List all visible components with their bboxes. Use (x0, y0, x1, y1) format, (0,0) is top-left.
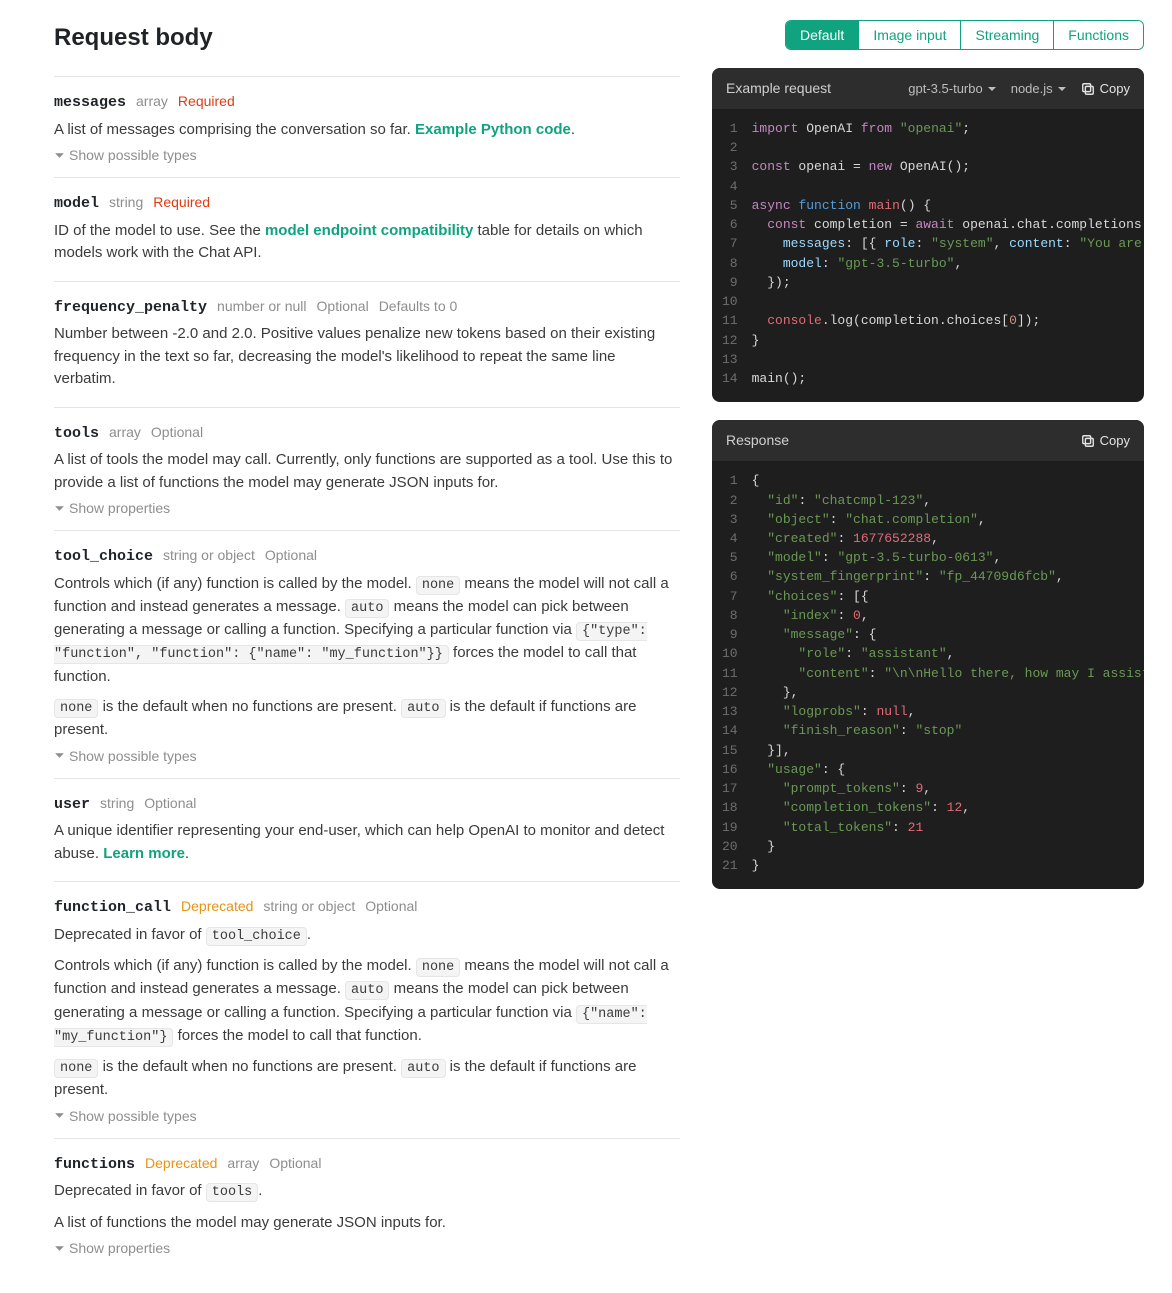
optional-tag: Optional (151, 422, 203, 443)
panel-title: Response (726, 430, 1081, 451)
tab-bar: Default Image input Streaming Functions (785, 20, 1144, 50)
param-functions: functions Deprecated array Optional Depr… (54, 1138, 680, 1270)
show-possible-types-toggle[interactable]: Show possible types (54, 1108, 197, 1124)
tab-default[interactable]: Default (786, 21, 858, 49)
show-properties-toggle[interactable]: Show properties (54, 1240, 170, 1256)
code-none: none (54, 1059, 98, 1078)
param-tool-choice: tool_choice string or object Optional Co… (54, 530, 680, 778)
copy-button[interactable]: Copy (1081, 431, 1130, 451)
code-body: import OpenAI from "openai"; const opena… (752, 119, 1144, 388)
response-panel: Response Copy 12345678910111213141516171… (712, 420, 1144, 889)
model-select[interactable]: gpt-3.5-turbo (908, 79, 996, 99)
param-type: string (109, 192, 143, 213)
param-name: messages (54, 92, 126, 115)
param-type: array (227, 1153, 259, 1174)
copy-icon (1081, 434, 1095, 448)
code-none: none (54, 699, 98, 718)
required-tag: Required (178, 91, 235, 112)
code-tools: tools (206, 1183, 259, 1202)
line-gutter: 123456789101112131415161718192021 (712, 471, 752, 875)
param-name: tool_choice (54, 546, 153, 569)
param-name: function_call (54, 897, 171, 920)
chevron-down-icon (54, 150, 65, 161)
param-name: model (54, 193, 99, 216)
param-type: number or null (217, 296, 307, 317)
lang-select[interactable]: node.js (1011, 79, 1067, 99)
required-tag: Required (153, 192, 210, 213)
param-desc: A list of functions the model may genera… (54, 1212, 680, 1235)
param-messages: messages array Required A list of messag… (54, 76, 680, 177)
tab-functions[interactable]: Functions (1053, 21, 1143, 49)
page-title: Request body (54, 20, 213, 56)
code-none: none (416, 958, 460, 977)
param-name: frequency_penalty (54, 297, 207, 320)
deprecated-tag: Deprecated (145, 1153, 217, 1174)
copy-button[interactable]: Copy (1081, 79, 1130, 99)
param-type: string or object (163, 545, 255, 566)
example-request-panel: Example request gpt-3.5-turbo node.js Co… (712, 68, 1144, 402)
show-possible-types-toggle[interactable]: Show possible types (54, 748, 197, 764)
param-type: array (109, 422, 141, 443)
code-auto: auto (345, 599, 389, 618)
show-possible-types-toggle[interactable]: Show possible types (54, 147, 197, 163)
param-desc: A list of tools the model may call. Curr… (54, 449, 680, 494)
panel-title: Example request (726, 78, 908, 99)
code-auto: auto (345, 981, 389, 1000)
chevron-down-icon (54, 1110, 65, 1121)
param-function-call: function_call Deprecated string or objec… (54, 881, 680, 1138)
chevron-down-icon (54, 1243, 65, 1254)
param-type: string or object (263, 896, 355, 917)
param-name: user (54, 794, 90, 817)
code-auto: auto (401, 1059, 445, 1078)
model-endpoint-compat-link[interactable]: model endpoint compatibility (265, 222, 473, 239)
code-tool-choice: tool_choice (206, 927, 307, 946)
optional-tag: Optional (269, 1153, 321, 1174)
line-gutter: 1234567891011121314 (712, 119, 752, 388)
chevron-down-icon (1057, 84, 1067, 94)
param-type: string (100, 793, 134, 814)
optional-tag: Optional (144, 793, 196, 814)
param-frequency-penalty: frequency_penalty number or null Optiona… (54, 281, 680, 407)
param-model: model string Required ID of the model to… (54, 177, 680, 281)
chevron-down-icon (987, 84, 997, 94)
default-tag: Defaults to 0 (379, 296, 458, 317)
param-name: functions (54, 1154, 135, 1177)
example-python-code-link[interactable]: Example Python code (415, 121, 571, 138)
param-name: tools (54, 423, 99, 446)
copy-icon (1081, 82, 1095, 96)
chevron-down-icon (54, 503, 65, 514)
param-tools: tools array Optional A list of tools the… (54, 407, 680, 531)
param-type: array (136, 91, 168, 112)
show-properties-toggle[interactable]: Show properties (54, 500, 170, 516)
param-desc: Number between -2.0 and 2.0. Positive va… (54, 323, 680, 391)
code-none: none (416, 576, 460, 595)
optional-tag: Optional (365, 896, 417, 917)
tab-streaming[interactable]: Streaming (960, 21, 1053, 49)
learn-more-link[interactable]: Learn more (103, 845, 185, 862)
tab-image-input[interactable]: Image input (858, 21, 960, 49)
param-user: user string Optional A unique identifier… (54, 778, 680, 882)
chevron-down-icon (54, 750, 65, 761)
optional-tag: Optional (317, 296, 369, 317)
code-body: { "id": "chatcmpl-123", "object": "chat.… (752, 471, 1144, 875)
deprecated-tag: Deprecated (181, 896, 253, 917)
optional-tag: Optional (265, 545, 317, 566)
code-auto: auto (401, 699, 445, 718)
